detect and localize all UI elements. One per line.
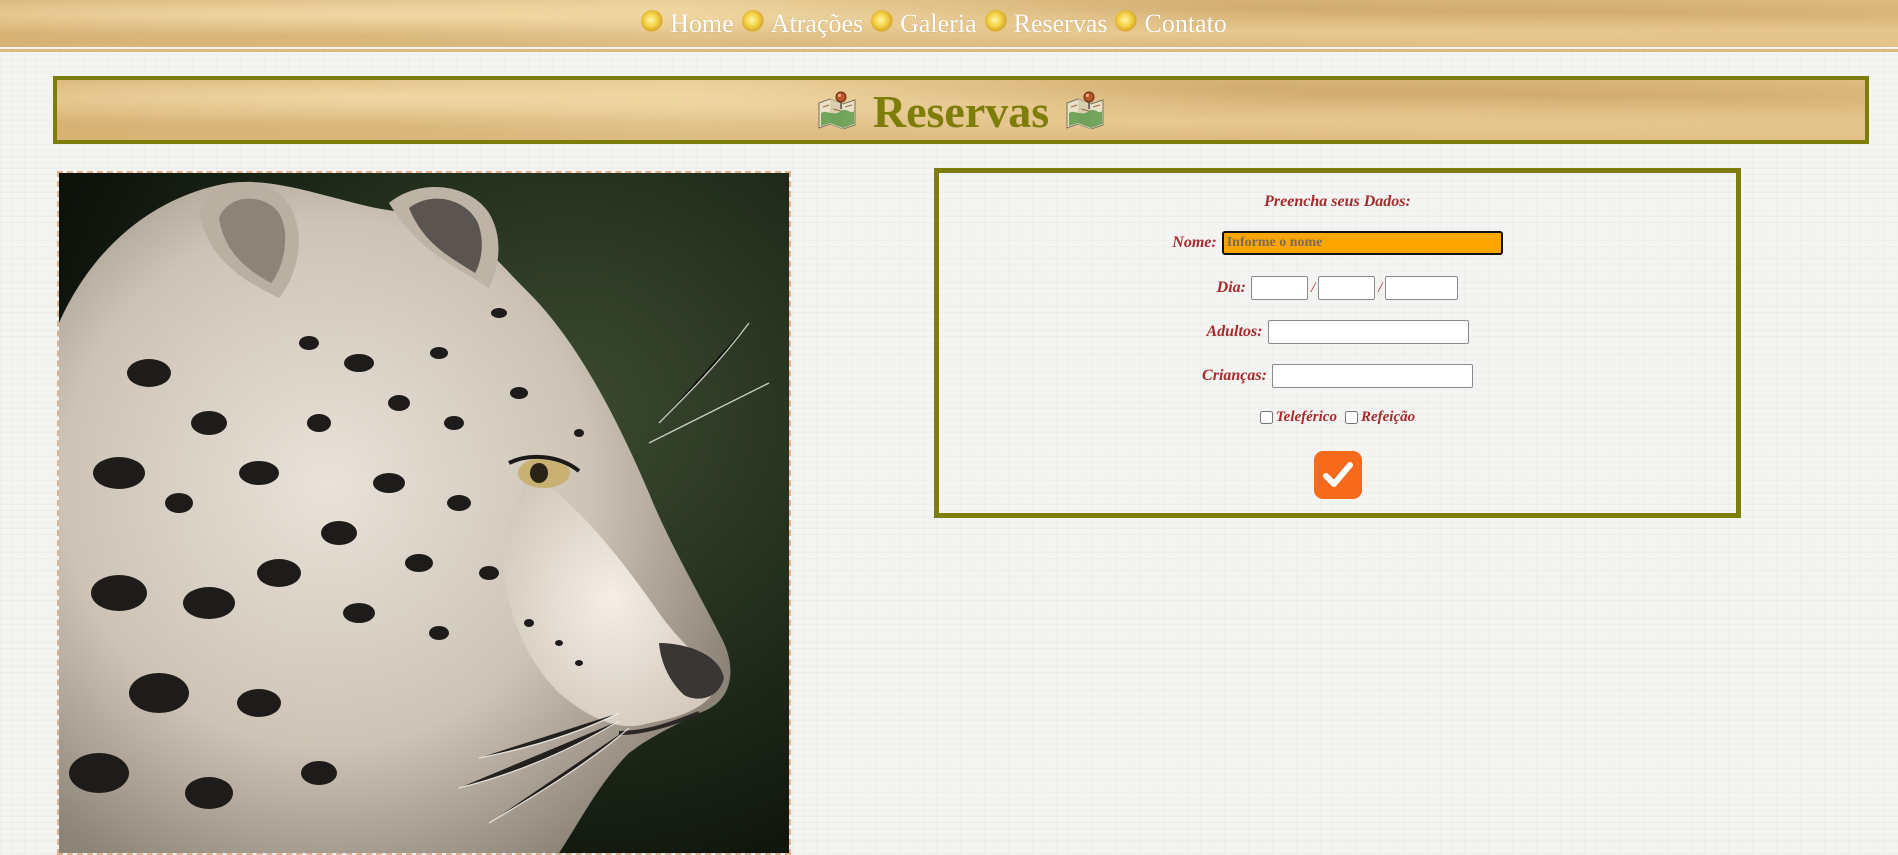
children-label: Crianças: (1202, 367, 1267, 384)
nav-link-home[interactable]: Home (670, 10, 734, 37)
month-field[interactable] (1318, 276, 1376, 300)
adults-label: Adultos: (1206, 323, 1263, 340)
name-field[interactable] (1221, 231, 1503, 255)
day-label: Dia: (1216, 279, 1246, 296)
options-row: Teleférico Refeição (939, 409, 1736, 426)
form-heading: Preencha seus Dados: (1264, 193, 1411, 210)
sun-bullet-icon (984, 9, 1007, 32)
nav-link-reservas[interactable]: Reservas (1014, 10, 1108, 37)
year-field[interactable] (1385, 276, 1459, 300)
sun-bullet-icon (641, 9, 664, 32)
nav-divider (0, 49, 1898, 52)
checkmark-icon (1322, 462, 1353, 487)
map-pin-icon (1066, 91, 1104, 129)
map-pin-icon (818, 91, 856, 129)
date-row: Dia: / / (939, 276, 1736, 300)
nav-link-atracoes[interactable]: Atrações (771, 10, 863, 37)
top-navigation: Home Atrações Galeria Reservas Contato (0, 0, 1898, 47)
teleferico-label: Teleférico (1275, 409, 1337, 425)
sun-bullet-icon (741, 9, 764, 32)
submit-row (939, 451, 1736, 499)
nav-link-galeria[interactable]: Galeria (900, 10, 977, 37)
adults-field[interactable] (1267, 320, 1469, 344)
form-heading-row: Preencha seus Dados: (939, 193, 1736, 211)
name-row: Nome: (939, 231, 1736, 255)
adults-row: Adultos: (939, 320, 1736, 344)
day-field[interactable] (1250, 276, 1308, 300)
page-title-banner: Reservas (53, 76, 1869, 144)
teleferico-checkbox[interactable] (1259, 411, 1273, 424)
refeicao-label: Refeição (1360, 409, 1416, 425)
nav-menu: Home Atrações Galeria Reservas Contato (637, 9, 1231, 37)
date-separator: / (1378, 279, 1383, 296)
nav-item-reservas: Reservas (984, 9, 1108, 37)
page-title: Reservas (872, 86, 1050, 137)
snow-leopard-photo (57, 171, 791, 855)
nav-item-galeria: Galeria (871, 9, 977, 37)
sun-bullet-icon (1115, 9, 1138, 32)
children-field[interactable] (1271, 364, 1473, 388)
children-row: Crianças: (939, 364, 1736, 388)
nav-item-home: Home (641, 9, 734, 37)
name-label: Nome: (1172, 234, 1217, 251)
sun-bullet-icon (871, 9, 894, 32)
refeicao-checkbox[interactable] (1344, 411, 1358, 424)
nav-item-atracoes: Atrações (741, 9, 863, 37)
nav-link-contato[interactable]: Contato (1144, 10, 1226, 37)
nav-item-contato: Contato (1115, 9, 1227, 37)
date-separator: / (1310, 279, 1316, 296)
submit-button[interactable] (1313, 451, 1362, 499)
reservation-form: Preencha seus Dados: Nome: Dia: / / Adul… (934, 168, 1741, 518)
